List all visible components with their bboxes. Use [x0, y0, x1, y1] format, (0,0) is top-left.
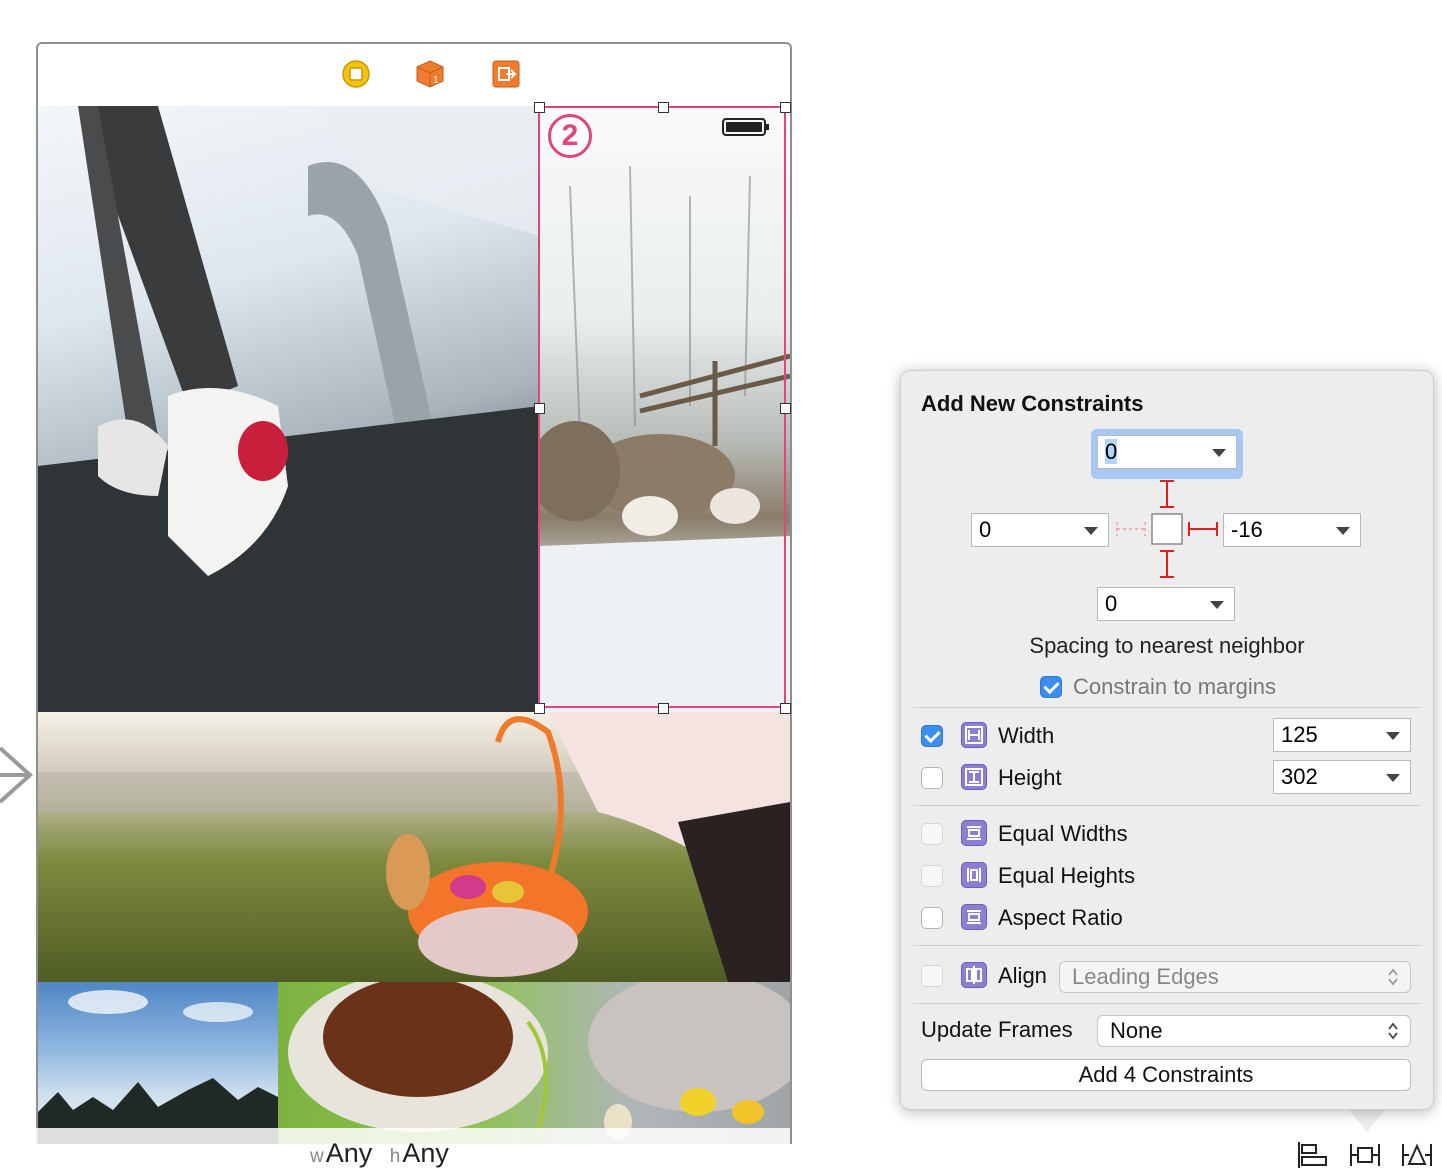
battery-icon — [722, 118, 769, 136]
width-field[interactable]: 125 — [1273, 718, 1411, 752]
width-value: 125 — [1281, 722, 1318, 747]
divider — [913, 707, 1421, 708]
top-spacing-value: 0 — [1105, 439, 1118, 464]
update-frames-label: Update Frames — [921, 1017, 1073, 1042]
sheep-illustration — [540, 165, 790, 712]
width-checkbox[interactable] — [921, 725, 943, 747]
update-frames-value: None — [1110, 1018, 1163, 1043]
left-spacing-field[interactable]: 0 — [971, 513, 1109, 547]
equal-heights-checkbox[interactable] — [921, 865, 943, 887]
height-checkbox[interactable] — [921, 767, 943, 789]
aspect-ratio-checkbox[interactable] — [921, 907, 943, 929]
resolve-issues-icon[interactable] — [1400, 1140, 1434, 1170]
constrain-to-margins-label: Constrain to margins — [1073, 674, 1276, 699]
width-label: Width — [998, 723, 1055, 748]
equal-heights-icon — [961, 862, 987, 888]
align-checkbox[interactable] — [921, 965, 943, 987]
bottom-spacing-value: 0 — [1105, 591, 1118, 616]
add-constraints-button[interactable]: Add 4 Constraints — [921, 1059, 1411, 1091]
add-constraints-popover: Add New Constraints 0 0 -16 0 Spacing to… — [900, 370, 1434, 1110]
divider — [913, 1003, 1421, 1004]
update-frames-popup[interactable]: None — [1097, 1015, 1411, 1047]
equal-heights-label: Equal Heights — [998, 863, 1135, 888]
resize-handle[interactable] — [534, 703, 545, 714]
resize-handle[interactable] — [780, 403, 791, 414]
divider — [913, 805, 1421, 806]
equal-widths-icon — [961, 820, 987, 846]
cake-illustration — [288, 982, 790, 1140]
chevron-down-icon[interactable] — [1386, 774, 1400, 782]
resize-handle[interactable] — [780, 102, 791, 113]
constrain-to-margins-checkbox[interactable] — [1040, 676, 1062, 698]
chevron-down-icon[interactable] — [1336, 527, 1350, 535]
pin-icon[interactable] — [1348, 1140, 1382, 1170]
width-class-value: Any — [325, 1138, 373, 1168]
sky-illustration — [38, 990, 278, 1144]
easter-illustration — [38, 712, 790, 982]
align-label: Align — [998, 963, 1047, 988]
height-label: Height — [998, 765, 1062, 790]
equal-widths-label: Equal Widths — [998, 821, 1128, 846]
updown-arrows-icon — [1388, 1022, 1398, 1040]
divider — [913, 945, 1421, 946]
chevron-down-icon[interactable] — [1210, 601, 1224, 609]
chevron-down-icon[interactable] — [1386, 732, 1400, 740]
exit-icon[interactable] — [492, 60, 520, 88]
updown-arrows-icon — [1388, 968, 1398, 986]
step-badge: 2 — [548, 114, 592, 158]
height-field[interactable]: 302 — [1273, 760, 1411, 794]
sky-trees-photo[interactable] — [38, 982, 278, 1144]
size-class-bar[interactable]: wAny hAny — [36, 1128, 790, 1176]
aspect-ratio-label: Aspect Ratio — [998, 905, 1123, 930]
first-responder-icon[interactable]: 1 — [416, 60, 444, 88]
view-box-icon — [1151, 513, 1183, 545]
bottom-strut-icon[interactable] — [1160, 550, 1174, 578]
bottom-spacing-field[interactable]: 0 — [1097, 587, 1235, 621]
easter-cake-photo[interactable] — [278, 982, 790, 1144]
chevron-down-icon[interactable] — [1212, 449, 1226, 457]
height-class-prefix: h — [389, 1146, 401, 1167]
treadmill-photo[interactable] — [38, 106, 540, 712]
left-spacing-value: 0 — [979, 517, 992, 542]
svg-text:1: 1 — [433, 75, 439, 86]
resize-handle[interactable] — [658, 102, 669, 113]
align-icon — [961, 962, 987, 988]
top-spacing-field[interactable]: 0 — [1097, 435, 1237, 469]
sheep-photo[interactable] — [540, 106, 790, 712]
aspect-ratio-icon — [961, 904, 987, 930]
resize-handle[interactable] — [534, 403, 545, 414]
resize-handle[interactable] — [658, 703, 669, 714]
width-constraint-icon — [961, 722, 987, 748]
spacing-label: Spacing to nearest neighbor — [1029, 633, 1305, 658]
right-spacing-value: -16 — [1231, 517, 1263, 542]
width-class-prefix: w — [310, 1146, 324, 1167]
right-strut-icon[interactable] — [1188, 522, 1218, 536]
left-strut-icon[interactable] — [1116, 522, 1146, 536]
height-class-value: Any — [402, 1138, 449, 1168]
constraint-struts-diagram — [1116, 480, 1218, 578]
easter-basket-photo[interactable] — [38, 712, 790, 982]
resize-handle[interactable] — [780, 703, 791, 714]
popover-title: Add New Constraints — [921, 391, 1144, 416]
height-constraint-icon — [961, 764, 987, 790]
align-value: Leading Edges — [1072, 964, 1219, 989]
right-spacing-field[interactable]: -16 — [1223, 513, 1361, 547]
view-controller-icon[interactable] — [342, 60, 370, 88]
align-popup[interactable]: Leading Edges — [1059, 961, 1411, 993]
chevron-down-icon[interactable] — [1084, 527, 1098, 535]
size-class-label[interactable]: wAny hAny — [310, 1138, 449, 1169]
entry-point-arrow-icon[interactable] — [0, 740, 40, 810]
resize-handle[interactable] — [534, 102, 545, 113]
treadmill-illustration — [38, 106, 540, 712]
align-icon[interactable] — [1296, 1140, 1330, 1170]
height-value: 302 — [1281, 764, 1318, 789]
storyboard-scene[interactable]: 1 — [36, 42, 792, 1144]
scene-dock: 1 — [38, 44, 790, 107]
top-strut-icon[interactable] — [1160, 480, 1174, 508]
equal-widths-checkbox[interactable] — [921, 823, 943, 845]
